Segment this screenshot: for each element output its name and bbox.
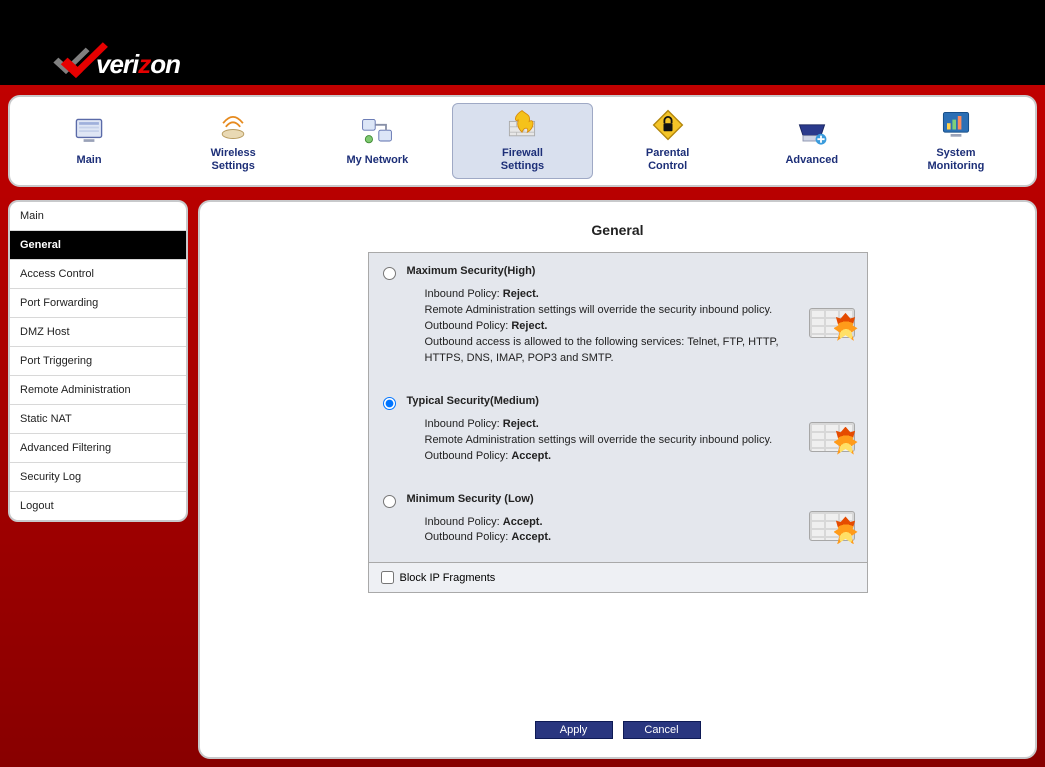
- sidebar-item-seclog[interactable]: Security Log: [10, 463, 186, 492]
- sidebar-item-snat[interactable]: Static NAT: [10, 405, 186, 434]
- sidebar-item-general[interactable]: General: [10, 231, 186, 260]
- security-title: Typical Security(Medium): [407, 395, 793, 407]
- sidebar-item-advfilt[interactable]: Advanced Filtering: [10, 434, 186, 463]
- security-row-low: Minimum Security (Low) Inbound Policy: Ac…: [369, 481, 867, 563]
- sidebar-item-portfwd[interactable]: Port Forwarding: [10, 289, 186, 318]
- security-radio-medium[interactable]: [383, 397, 396, 410]
- security-description: Inbound Policy: Reject.Remote Administra…: [407, 417, 793, 465]
- security-radio-low[interactable]: [383, 495, 396, 508]
- block-ip-fragments-row: Block IP Fragments: [369, 562, 867, 592]
- firewall-icon: [809, 308, 855, 342]
- nav-label: System Monitoring: [928, 147, 985, 172]
- sidebar-item-remote[interactable]: Remote Administration: [10, 376, 186, 405]
- nav-label: Firewall Settings: [501, 147, 544, 172]
- block-ip-fragments-checkbox[interactable]: [381, 571, 394, 584]
- security-title: Maximum Security(High): [407, 265, 793, 277]
- block-ip-fragments-label: Block IP Fragments: [400, 572, 496, 584]
- action-buttons: Apply Cancel: [228, 697, 1007, 739]
- network-icon: [358, 114, 396, 150]
- security-title: Minimum Security (Low): [407, 493, 793, 505]
- top-navigation: Main Wireless Settings My Network Firewall …: [8, 95, 1037, 187]
- nav-label: Wireless Settings: [211, 147, 256, 172]
- security-row-high: Maximum Security(High) Inbound Policy: Re…: [369, 253, 867, 383]
- wireless-icon: [214, 107, 252, 143]
- apply-button[interactable]: Apply: [535, 721, 613, 739]
- nav-monitoring[interactable]: System Monitoring: [887, 103, 1025, 179]
- scanner-plus-icon: [793, 114, 831, 150]
- security-row-medium: Typical Security(Medium) Inbound Policy: …: [369, 383, 867, 481]
- nav-label: My Network: [346, 154, 408, 167]
- sidebar-item-dmz[interactable]: DMZ Host: [10, 318, 186, 347]
- firewall-icon: [809, 511, 855, 545]
- sidebar-item-main[interactable]: Main: [10, 202, 186, 231]
- brand-logo: verizon: [40, 40, 180, 80]
- check-icon: [40, 40, 92, 80]
- sidebar-item-logout[interactable]: Logout: [10, 492, 186, 520]
- nav-mynetwork[interactable]: My Network: [308, 103, 446, 179]
- nav-label: Advanced: [785, 154, 838, 167]
- brand-name-post: on: [150, 49, 180, 79]
- main-panel: General Maximum Security(High) Inbound Po…: [198, 200, 1037, 759]
- security-description: Inbound Policy: Reject.Remote Administra…: [407, 287, 793, 367]
- nav-label: Parental Control: [646, 147, 689, 172]
- page-title: General: [228, 222, 1007, 238]
- security-radio-high[interactable]: [383, 267, 396, 280]
- sidebar-item-porttrig[interactable]: Port Triggering: [10, 347, 186, 376]
- brand-name-mid: z: [138, 49, 150, 79]
- brand-name-pre: veri: [96, 49, 138, 79]
- cancel-button[interactable]: Cancel: [623, 721, 701, 739]
- sidebar-item-access[interactable]: Access Control: [10, 260, 186, 289]
- monitor-icon: [70, 114, 108, 150]
- brand-name: verizon: [96, 49, 180, 80]
- firewall-icon: [503, 107, 541, 143]
- security-level-table: Maximum Security(High) Inbound Policy: Re…: [368, 252, 868, 593]
- nav-advanced[interactable]: Advanced: [743, 103, 881, 179]
- nav-main[interactable]: Main: [20, 103, 158, 179]
- security-description: Inbound Policy: Accept.Outbound Policy: …: [407, 515, 793, 547]
- lock-diamond-icon: [649, 107, 687, 143]
- firewall-icon: [809, 422, 855, 456]
- chart-monitor-icon: [937, 107, 975, 143]
- nav-label: Main: [77, 154, 102, 167]
- nav-parental[interactable]: Parental Control: [599, 103, 737, 179]
- nav-wireless[interactable]: Wireless Settings: [164, 103, 302, 179]
- sidebar: MainGeneralAccess ControlPort Forwarding…: [8, 200, 188, 522]
- nav-firewall[interactable]: Firewall Settings: [452, 103, 592, 179]
